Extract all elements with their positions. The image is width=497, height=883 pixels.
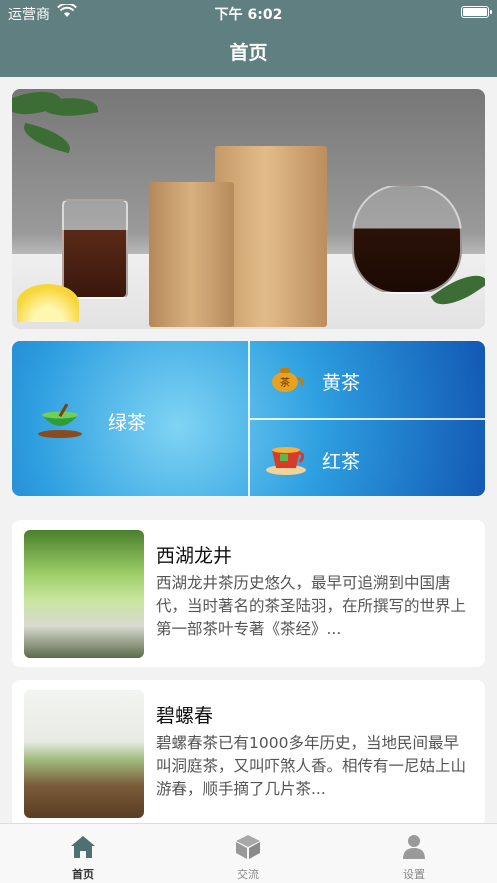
home-icon	[71, 836, 95, 858]
tab-home[interactable]: 首页	[0, 824, 166, 883]
tab-chat[interactable]: 交流	[165, 824, 331, 883]
banner-teapot	[352, 184, 462, 294]
tab-label: 首页	[72, 868, 94, 881]
banner-lemon	[17, 284, 79, 322]
tab-label: 设置	[403, 868, 425, 881]
tea-title: 西湖龙井	[156, 545, 233, 567]
yellow-tea-pot-icon: 茶	[272, 368, 304, 392]
category-grid: 绿茶 茶 黄茶 红茶	[12, 341, 485, 496]
tab-bar: 首页 交流 设置	[0, 823, 497, 883]
cube-icon	[236, 835, 260, 859]
status-bar: 运营商 下午 6:02	[0, 0, 497, 26]
category-yellow-tea[interactable]: 茶 黄茶	[250, 341, 485, 418]
person-icon	[403, 835, 425, 859]
tab-settings[interactable]: 设置	[331, 824, 497, 883]
tea-description: 西湖龙井茶历史悠久，最早可追溯到中国唐代，当时著名的茶圣陆羽，在所撰写的世界上第…	[156, 574, 467, 638]
tea-card[interactable]: 碧螺春 碧螺春茶已有1000多年历史，当地民间最早叫洞庭茶，又叫吓煞人香。相传有…	[12, 680, 485, 827]
banner-image[interactable]	[12, 89, 485, 329]
status-time: 下午 6:02	[214, 7, 283, 23]
category-label: 红茶	[322, 451, 361, 473]
red-tea-cup-icon	[266, 447, 306, 475]
tab-label: 交流	[237, 868, 259, 881]
battery-icon	[461, 6, 492, 18]
category-red-tea[interactable]: 红茶	[250, 420, 485, 496]
category-green-tea[interactable]: 绿茶	[12, 341, 248, 496]
navigation-bar: 运营商 下午 6:02 首页	[0, 0, 497, 77]
tea-thumbnail	[24, 530, 144, 658]
category-label: 绿茶	[108, 412, 147, 434]
tea-title: 碧螺春	[156, 705, 214, 727]
tea-card[interactable]: 西湖龙井 西湖龙井茶历史悠久，最早可追溯到中国唐代，当时著名的茶圣陆羽，在所撰写…	[12, 520, 485, 667]
tea-thumbnail	[24, 690, 144, 818]
page-title: 首页	[229, 42, 268, 64]
green-tea-bowl-icon	[38, 403, 82, 438]
tea-description: 碧螺春茶已有1000多年历史，当地民间最早叫洞庭茶，又叫吓煞人香。相传有一尼姑上…	[156, 734, 467, 798]
banner-leaf	[20, 122, 74, 154]
banner-tea-glass	[62, 199, 128, 299]
banner-tea-bag	[149, 182, 234, 327]
category-label: 黄茶	[322, 372, 361, 394]
svg-text:茶: 茶	[280, 376, 290, 389]
